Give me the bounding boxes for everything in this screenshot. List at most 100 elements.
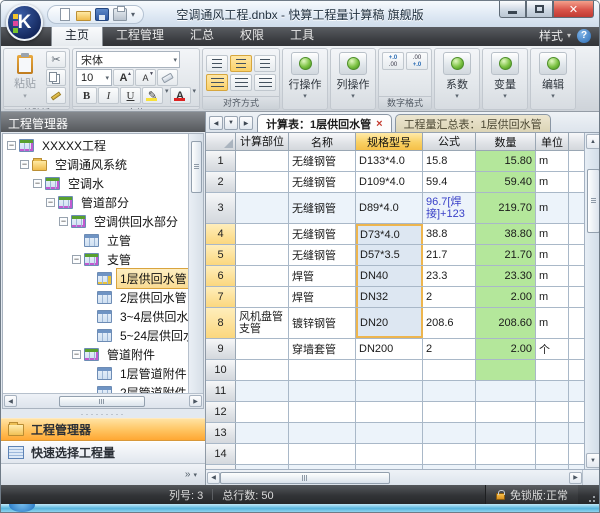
close-tab-icon[interactable]: × xyxy=(376,119,382,129)
cell-part[interactable] xyxy=(236,423,289,443)
cell-extra[interactable] xyxy=(569,224,584,244)
scrollbar-thumb[interactable] xyxy=(191,141,202,193)
cell-formula[interactable]: 59.4 xyxy=(423,172,476,192)
cell-quantity[interactable] xyxy=(476,423,536,443)
font-size-combobox[interactable]: 10▾ xyxy=(76,69,112,86)
align-right-button[interactable] xyxy=(254,74,276,91)
row-header[interactable]: 9 xyxy=(206,339,236,359)
cell-formula[interactable]: 15.8 xyxy=(423,151,476,171)
tab-project-management[interactable]: 工程管理 xyxy=(103,24,177,46)
cell-unit[interactable]: m xyxy=(536,172,569,192)
increase-decimal-button[interactable]: +.0.00 xyxy=(382,52,404,70)
row-header[interactable]: 4 xyxy=(206,224,236,244)
row-header[interactable]: 1 xyxy=(206,151,236,171)
sheet-tab-summary[interactable]: 工程量汇总表：1层供回水管 xyxy=(395,114,551,132)
column-header-formula[interactable]: 公式 xyxy=(423,133,476,150)
edit-button[interactable]: 编辑 ▾ xyxy=(531,49,575,109)
row-header[interactable]: 8 xyxy=(206,308,236,338)
cell-extra[interactable] xyxy=(569,360,584,380)
cell-quantity[interactable]: 21.70 xyxy=(476,245,536,265)
style-menu-button[interactable]: 样式▾ xyxy=(539,27,571,44)
highlight-color-button[interactable]: ✎ xyxy=(142,87,163,104)
cell-name[interactable] xyxy=(289,381,356,401)
cell-quantity[interactable]: 15.80 xyxy=(476,151,536,171)
cut-button[interactable]: ✂ xyxy=(46,51,66,68)
cell-name[interactable] xyxy=(289,360,356,380)
tab-list-icon[interactable]: ▼ xyxy=(224,116,238,130)
cell-unit[interactable] xyxy=(536,444,569,464)
column-header-unit[interactable]: 单位 xyxy=(536,133,569,150)
cell-spec[interactable]: D73*4.0 xyxy=(356,224,423,244)
row-header[interactable]: 12 xyxy=(206,402,236,422)
cell-unit[interactable]: m xyxy=(536,151,569,171)
row-header[interactable]: 14 xyxy=(206,444,236,464)
tab-summary[interactable]: 汇总 xyxy=(177,24,227,46)
column-operations-button[interactable]: 列操作 ▾ xyxy=(331,49,375,109)
save-icon[interactable] xyxy=(95,8,109,21)
row-header[interactable]: 3 xyxy=(206,193,236,223)
cell-name[interactable] xyxy=(289,402,356,422)
sheet-tab-calculation[interactable]: 计算表：1层供回水管 × xyxy=(257,114,392,132)
tree-item[interactable]: −管道部分 xyxy=(3,193,188,212)
cell-formula[interactable]: 2 xyxy=(423,339,476,359)
cell-spec[interactable] xyxy=(356,381,423,401)
clear-format-button[interactable] xyxy=(157,69,178,86)
align-center-button[interactable] xyxy=(230,74,252,91)
cell-name[interactable] xyxy=(289,444,356,464)
copy-button[interactable] xyxy=(46,69,66,86)
cell-spec[interactable]: DN200 xyxy=(356,339,423,359)
cell-name[interactable]: 穿墙套管 xyxy=(289,339,356,359)
cell-quantity[interactable] xyxy=(476,402,536,422)
collapse-icon[interactable]: − xyxy=(7,141,16,150)
open-file-icon[interactable] xyxy=(76,11,91,21)
cell-unit[interactable]: 个 xyxy=(536,339,569,359)
cell-spec[interactable]: D109*4.0 xyxy=(356,172,423,192)
cell-unit[interactable]: m xyxy=(536,287,569,307)
row-header[interactable]: 13 xyxy=(206,423,236,443)
cell-quantity[interactable]: 219.70 xyxy=(476,193,536,223)
cell-quantity[interactable] xyxy=(476,444,536,464)
cell-unit[interactable] xyxy=(536,360,569,380)
cell-quantity[interactable] xyxy=(476,360,536,380)
cell-name[interactable]: 焊管 xyxy=(289,287,356,307)
quick-access-dropdown-icon[interactable]: ▾ xyxy=(131,10,135,19)
scroll-left-icon[interactable]: ◀ xyxy=(4,395,17,407)
column-header-name[interactable]: 名称 xyxy=(289,133,356,150)
cell-part[interactable] xyxy=(236,266,289,286)
column-header-part[interactable]: 计算部位 xyxy=(236,133,289,150)
minimize-button[interactable] xyxy=(499,1,526,18)
cell-unit[interactable] xyxy=(536,423,569,443)
cell-name[interactable]: 焊管 xyxy=(289,266,356,286)
align-bottom-button[interactable] xyxy=(254,55,276,72)
coefficient-button[interactable]: 系数 ▾ xyxy=(435,49,479,109)
cell-unit[interactable]: m xyxy=(536,224,569,244)
close-button[interactable]: ✕ xyxy=(553,1,594,18)
cell-formula[interactable]: 208.6 xyxy=(423,308,476,338)
variable-button[interactable]: 变量 ▾ xyxy=(483,49,527,109)
cell-unit[interactable]: m xyxy=(536,308,569,338)
cell-quantity[interactable]: 38.80 xyxy=(476,224,536,244)
cell-part[interactable]: 风机盘管支管 xyxy=(236,308,289,338)
tree-item[interactable]: −空调通风系统 xyxy=(3,155,188,174)
cell-name[interactable]: 无缝钢管 xyxy=(289,224,356,244)
print-icon[interactable] xyxy=(113,8,127,21)
scrollbar-thumb[interactable] xyxy=(587,169,600,233)
row-header[interactable]: 2 xyxy=(206,172,236,192)
align-top-button[interactable] xyxy=(206,55,228,72)
column-header-quantity[interactable]: 数量 xyxy=(476,133,536,150)
cell-part[interactable] xyxy=(236,193,289,223)
cell-formula[interactable] xyxy=(423,402,476,422)
tree-horizontal-scrollbar[interactable]: ◀ ▶ xyxy=(3,393,203,408)
cell-extra[interactable] xyxy=(569,444,584,464)
cell-part[interactable] xyxy=(236,287,289,307)
scroll-down-icon[interactable]: ▼ xyxy=(586,453,600,468)
cell-quantity[interactable]: 23.30 xyxy=(476,266,536,286)
tree-item[interactable]: 5~24层供回水管 xyxy=(3,326,188,345)
align-middle-button[interactable] xyxy=(230,55,252,72)
column-header-spec[interactable]: 规格型号 xyxy=(356,133,423,150)
decrease-decimal-button[interactable]: .00+.0 xyxy=(406,52,428,70)
cell-formula[interactable]: 38.8 xyxy=(423,224,476,244)
bold-button[interactable]: B xyxy=(76,87,97,104)
collapse-icon[interactable]: − xyxy=(72,255,81,264)
cell-unit[interactable]: m xyxy=(536,266,569,286)
